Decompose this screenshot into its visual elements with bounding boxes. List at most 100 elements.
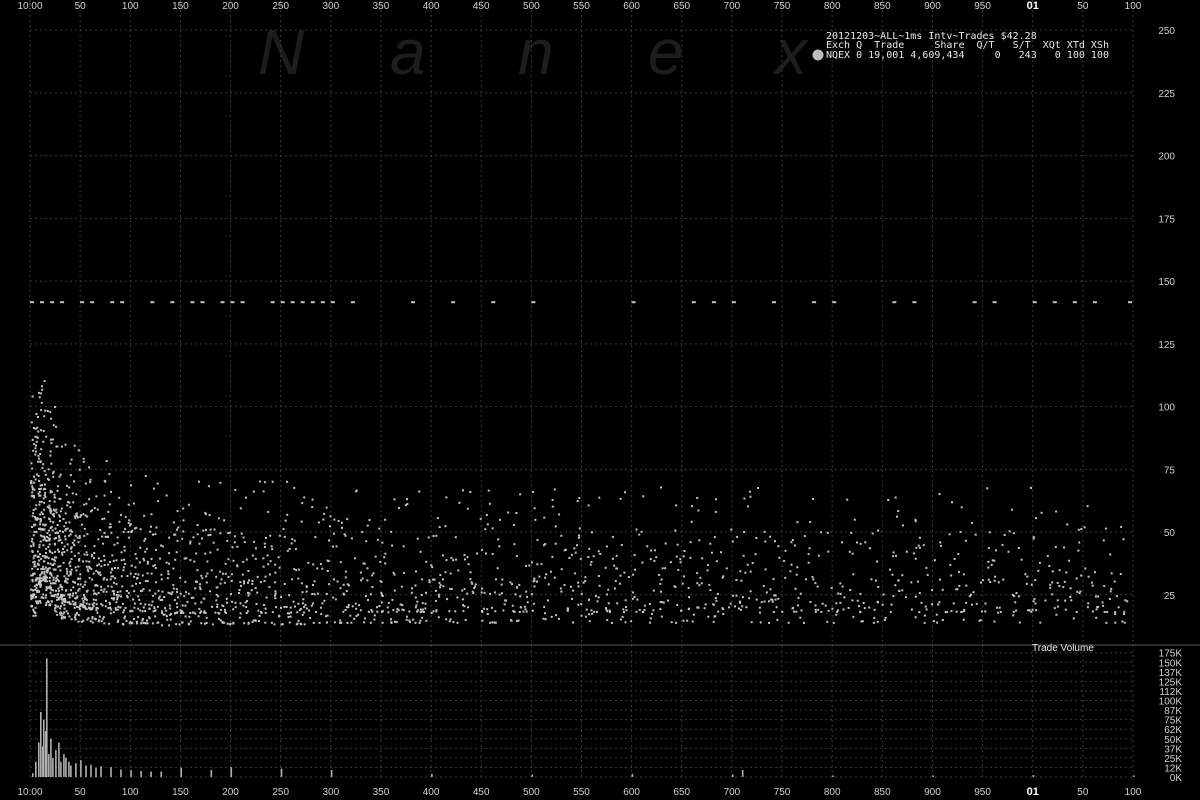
- trade-dot: [174, 558, 177, 561]
- trade-dot: [950, 574, 953, 577]
- trade-dot: [50, 442, 53, 445]
- trade-dot: [289, 606, 292, 609]
- trade-dot: [643, 609, 646, 612]
- trade-dot: [82, 460, 85, 463]
- trade-dot: [369, 621, 372, 624]
- trade-dot: [1065, 571, 1068, 574]
- trade-dot: [1053, 607, 1056, 610]
- trade-dot: [931, 603, 933, 606]
- trade-dot: [599, 553, 602, 555]
- trade-dot: [79, 577, 82, 580]
- trade-dot: [1080, 574, 1083, 577]
- trade-dot: [60, 611, 62, 614]
- trade-dot: [1014, 601, 1017, 604]
- trade-dot: [184, 604, 187, 607]
- trade-dot: [405, 615, 408, 618]
- trade-dot: [624, 599, 627, 602]
- trade-dot: [253, 540, 255, 543]
- trade-dot: [300, 582, 303, 585]
- trade-dot: [458, 501, 461, 504]
- volume-bar: [741, 770, 744, 777]
- trade-dot: [124, 615, 127, 618]
- trade-dot: [122, 569, 125, 572]
- trade-dot: [390, 621, 393, 624]
- trade-dot: [56, 599, 59, 602]
- trade-dot: [408, 610, 411, 613]
- x-tick-label: 750: [774, 787, 791, 798]
- volume-bar: [140, 770, 142, 777]
- trade-dot: [48, 534, 51, 537]
- trade-dot: [262, 565, 265, 568]
- trade-dot: [887, 499, 890, 501]
- trade-dot: [772, 578, 775, 581]
- trade-dot: [262, 490, 265, 493]
- trade-dot: [1018, 621, 1021, 624]
- trade-dot: [686, 619, 689, 622]
- trade-dot: [254, 557, 257, 560]
- trade-dot: [133, 590, 136, 593]
- trade-dot: [741, 596, 744, 599]
- trade-dot: [326, 614, 329, 617]
- watermark-letter: N: [258, 16, 305, 88]
- trade-dot: [299, 608, 302, 610]
- trade-dot: [1015, 592, 1018, 594]
- trade-dot: [317, 521, 320, 524]
- trade-dot: [70, 458, 73, 461]
- trade-dot: [207, 485, 210, 488]
- trade-dot: [40, 577, 43, 580]
- trade-dot: [64, 601, 67, 604]
- trade-dot: [94, 618, 97, 621]
- trade-dot: [40, 409, 43, 412]
- trade-dot: [289, 615, 292, 618]
- trade-dot: [346, 583, 349, 586]
- trade-dot: [390, 530, 393, 533]
- trade-dot: [873, 608, 876, 611]
- trade-dot: [795, 573, 798, 576]
- trade-dot: [238, 592, 240, 594]
- trade-dot: [365, 595, 367, 598]
- trade-dot: [431, 566, 434, 569]
- trade-dot: [812, 578, 815, 581]
- trade-dot: [52, 579, 55, 582]
- trade-dot: [61, 553, 64, 556]
- trade-dot: [1078, 541, 1081, 544]
- trade-dot: [137, 607, 140, 610]
- volume-bar: [52, 757, 54, 777]
- trade-dot: [154, 592, 157, 595]
- trade-dot: [681, 582, 684, 585]
- trade-dot: [740, 579, 743, 582]
- trade-dot: [318, 621, 321, 624]
- trade-dot: [611, 535, 614, 538]
- trade-dot: [643, 604, 646, 607]
- trade-dot: [1062, 586, 1065, 589]
- trade-dot: [605, 608, 608, 611]
- trade-dot: [638, 533, 641, 536]
- trade-dot: [836, 609, 839, 612]
- trade-dot: [88, 576, 91, 579]
- trade-dot: [918, 592, 921, 594]
- trade-dot: [416, 600, 419, 603]
- trade-dot: [108, 473, 111, 476]
- trade-dot: [1035, 517, 1038, 520]
- trade-dot: [580, 614, 583, 617]
- trade-dot: [850, 531, 853, 534]
- trade-dot: [731, 301, 736, 304]
- trade-dot: [576, 544, 578, 547]
- trade-dot: [437, 616, 440, 619]
- trade-dot: [52, 589, 54, 592]
- trade-dot: [721, 607, 724, 610]
- trade-dot: [917, 544, 920, 547]
- trade-dot: [704, 603, 707, 606]
- trade-dot: [910, 581, 913, 584]
- trade-dot: [1113, 580, 1116, 583]
- trade-dot: [590, 609, 593, 612]
- trade-dot: [31, 526, 33, 528]
- trade-dot: [545, 573, 548, 576]
- trade-dot: [1012, 532, 1015, 535]
- trade-dot: [264, 621, 267, 624]
- trade-dot: [36, 600, 39, 603]
- trade-dot: [269, 573, 271, 576]
- trade-dot: [952, 602, 955, 605]
- trade-dot: [46, 600, 49, 603]
- trade-dot: [59, 530, 62, 532]
